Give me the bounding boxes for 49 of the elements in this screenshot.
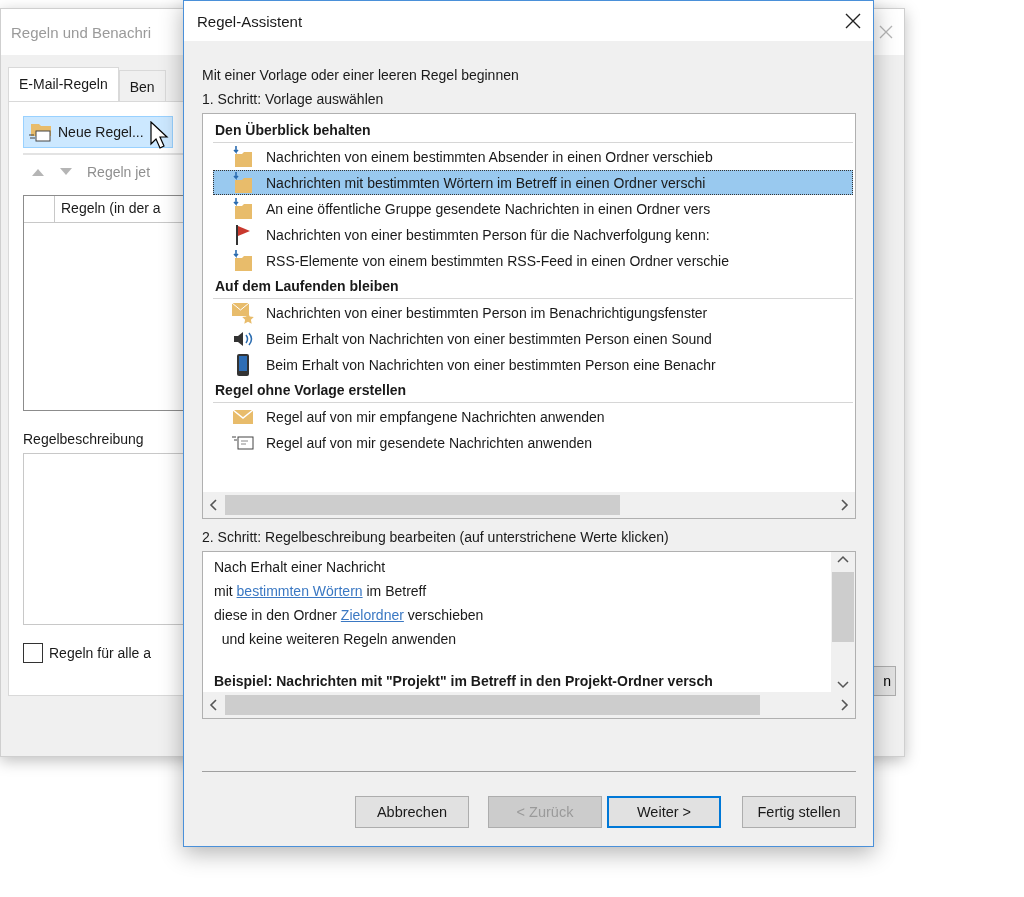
group-heading: Den Überblick behalten — [213, 118, 853, 143]
close-icon[interactable] — [843, 11, 863, 31]
group-heading: Auf dem Laufenden bleiben — [213, 274, 853, 299]
dialog-title: Regel-Assistent — [197, 12, 303, 30]
dialog-button[interactable]: Fertig stellen — [742, 796, 856, 828]
column-header[interactable]: Regeln (in der a — [55, 196, 167, 222]
template-item[interactable]: Nachrichten von einem bestimmten Absender in einen Ordner verschieb — [213, 144, 853, 169]
description-line: und keine weiteren Regeln anwenden — [220, 630, 458, 649]
vertical-scrollbar[interactable] — [831, 552, 855, 692]
instruction-text: Mit einer Vorlage oder einer leeren Regel beginnen — [202, 66, 520, 85]
folder-move-icon — [231, 170, 255, 195]
scroll-left-icon[interactable] — [209, 499, 217, 511]
mouse-cursor-icon — [150, 121, 170, 151]
template-item[interactable]: An eine öffentliche Gruppe gesendete Nachrichten in einen Ordner vers — [213, 196, 853, 221]
template-item[interactable]: RSS-Elemente von einem bestimmten RSS-Feed in einen Ordner verschie — [213, 248, 853, 273]
checkbox-label: Regeln für alle a — [49, 645, 151, 661]
new-rule-button[interactable]: Neue Regel... — [23, 116, 173, 148]
template-item[interactable]: Nachrichten mit bestimmten Wörtern im Betreff in einen Ordner verschi — [213, 170, 853, 195]
description-line: mit bestimmten Wörtern im Betreff — [214, 582, 428, 601]
checkbox[interactable] — [23, 643, 43, 663]
value-link[interactable]: Zielordner — [340, 607, 404, 623]
scroll-right-icon[interactable] — [841, 699, 849, 711]
template-item[interactable]: Regel auf von mir gesendete Nachrichten anwenden — [213, 430, 853, 455]
window-title: Regeln und Benachri — [11, 23, 152, 41]
dialog-button[interactable]: Abbrechen — [355, 796, 469, 828]
dialog-button[interactable]: Weiter > — [607, 796, 721, 828]
scroll-left-icon[interactable] — [209, 699, 217, 711]
folder-move-icon — [231, 196, 255, 221]
example-text: Beispiel: Nachrichten mit "Projekt" im Betreff in den Projekt-Ordner versch — [214, 672, 714, 691]
folder-move-icon — [231, 144, 255, 169]
tab[interactable]: E-Mail-Regeln — [8, 67, 119, 101]
description-line: diese in den Ordner Zielordner verschieben — [214, 606, 485, 625]
template-item[interactable]: Beim Erhalt von Nachrichten von einer bestimmten Person einen Sound — [213, 326, 853, 351]
description-line: Nach Erhalt einer Nachricht — [214, 558, 387, 577]
horizontal-scrollbar[interactable] — [203, 692, 855, 718]
template-item[interactable]: Beim Erhalt von Nachrichten von einer bestimmten Person eine Benachr — [213, 352, 853, 377]
group-heading: Regel ohne Vorlage erstellen — [213, 378, 853, 403]
horizontal-scrollbar[interactable] — [203, 492, 855, 518]
step-label: 1. Schritt: Vorlage auswählen — [202, 90, 385, 109]
template-item[interactable]: Regel auf von mir empfangene Nachrichten anwenden — [213, 404, 853, 429]
value-link[interactable]: bestimmten Wörtern — [236, 583, 363, 599]
section-label: Regelbeschreibung — [23, 431, 145, 447]
mail-star-icon — [231, 300, 255, 325]
template-item[interactable]: Nachrichten von einer bestimmten Person für die Nachverfolgung kenn: — [213, 222, 853, 247]
step-label: 2. Schritt: Regelbeschreibung bearbeiten (auf unterstrichene Werte klicken) — [202, 528, 670, 547]
tab[interactable]: Ben — [118, 70, 166, 101]
template-item[interactable]: Nachrichten von einer bestimmten Person im Benachrichtigungsfenster — [213, 300, 853, 325]
scroll-right-icon[interactable] — [841, 499, 849, 511]
folder-move-icon — [231, 248, 255, 273]
